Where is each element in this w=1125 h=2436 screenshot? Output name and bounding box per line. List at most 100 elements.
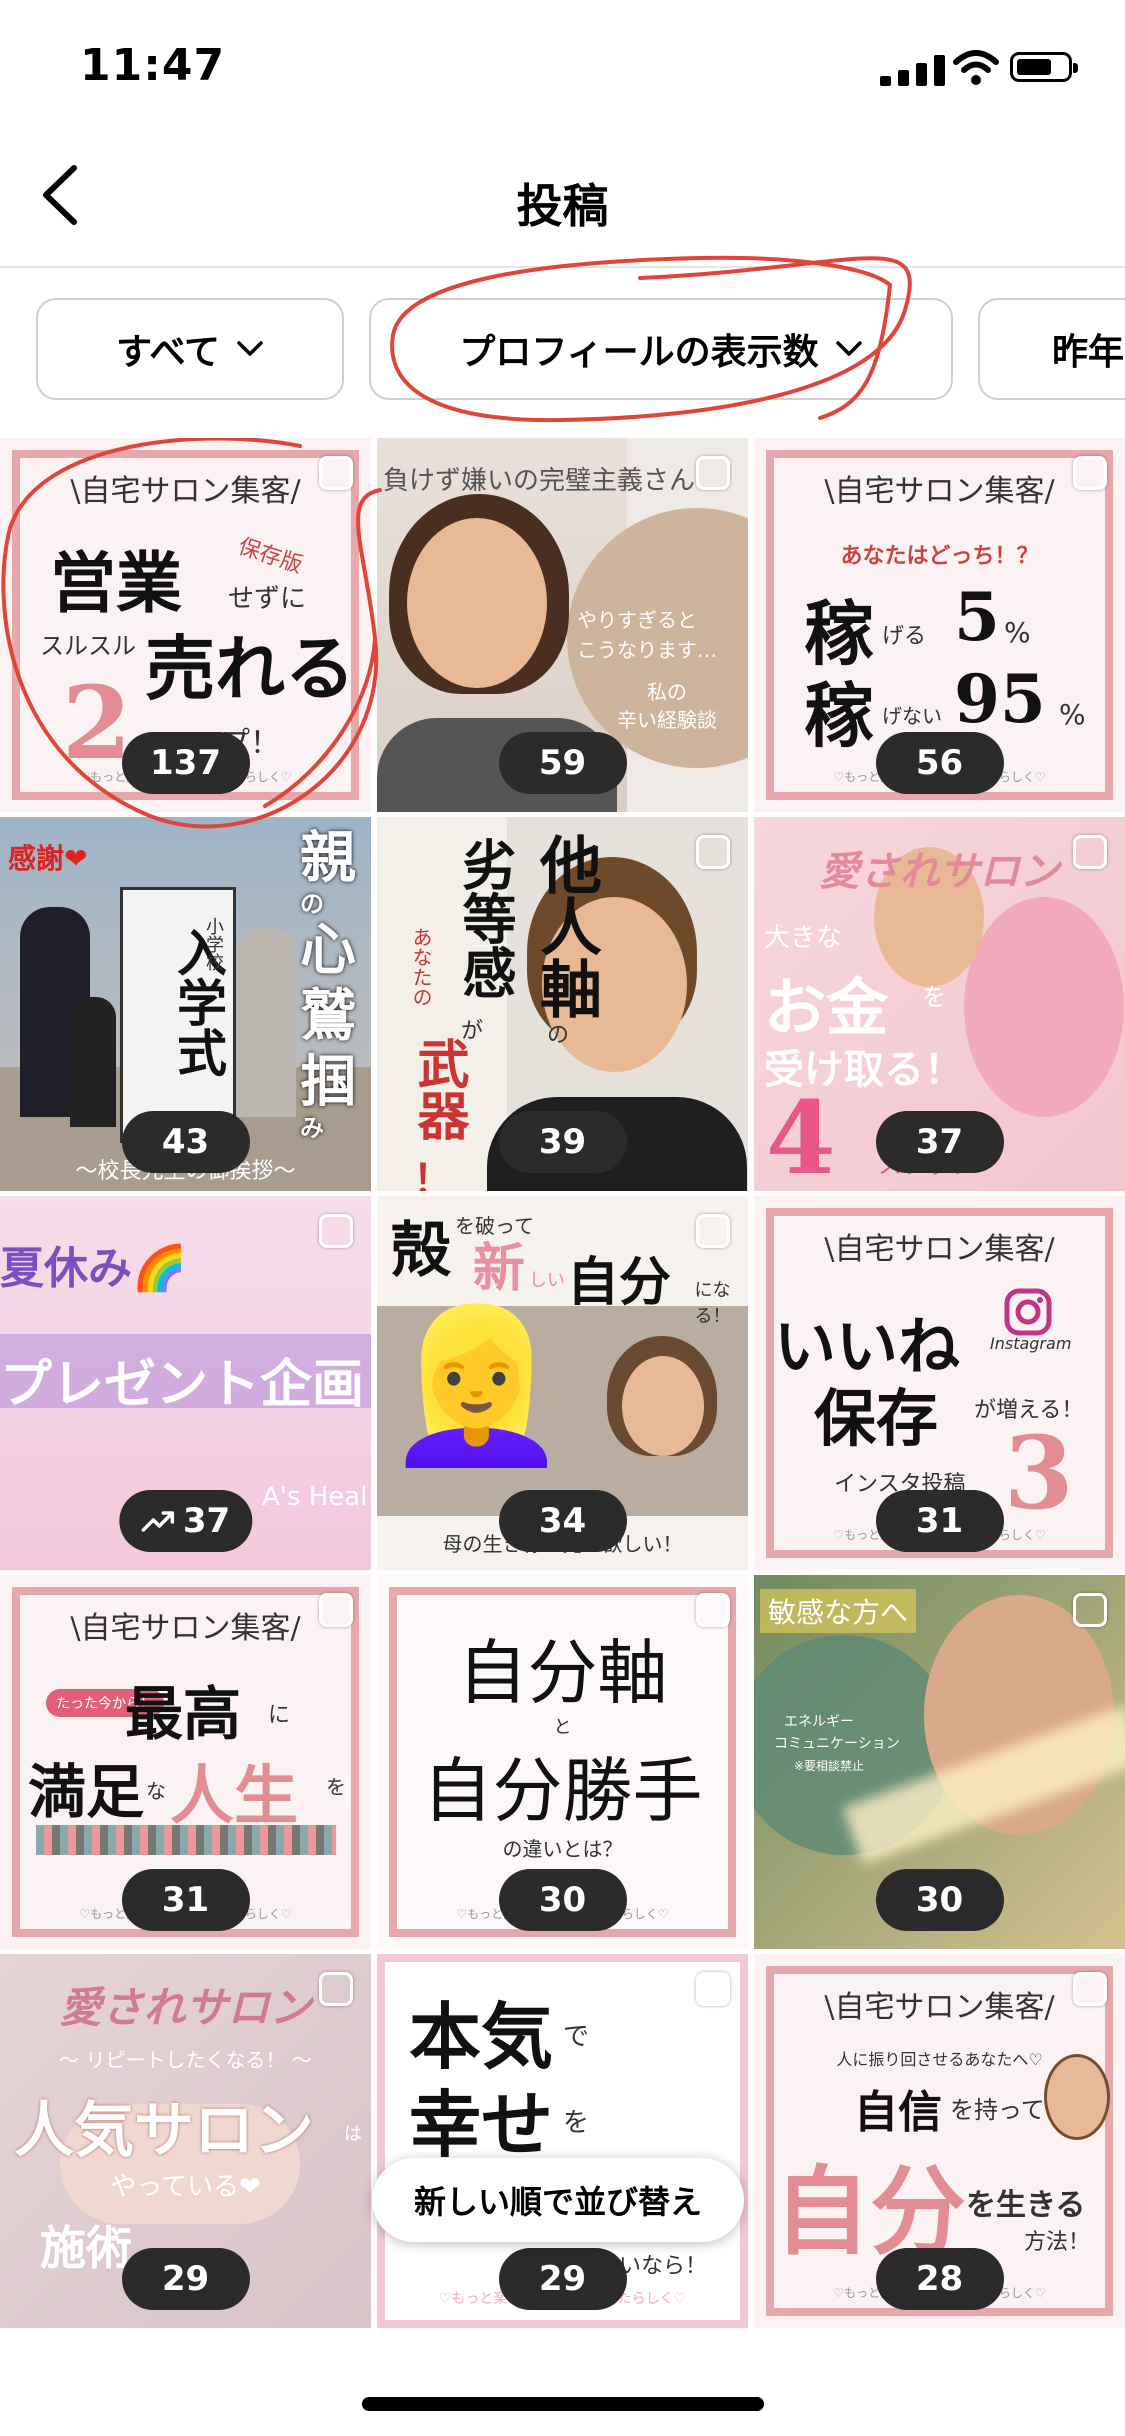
post-text: 新 xyxy=(473,1238,526,1299)
post-text: 〜 リピートしたくなる！ 〜 xyxy=(59,2048,312,2072)
select-checkbox[interactable] xyxy=(1073,1593,1107,1627)
post-tile[interactable]: \自宅サロン集客/ あなたはどっち！？ 稼 げる 5 % 稼 げない 95 % … xyxy=(754,438,1125,812)
post-text: の xyxy=(300,889,324,918)
post-tile[interactable]: 他人軸 の 劣等感 が あなたの 武器 ！ 39 xyxy=(377,817,748,1191)
select-checkbox[interactable] xyxy=(696,835,730,869)
photo-face xyxy=(622,1356,704,1456)
post-text: エネルギー xyxy=(784,1714,854,1730)
post-text: 夏休み🌈 xyxy=(0,1243,187,1294)
view-count-badge: 37 xyxy=(875,1111,1004,1173)
post-text: \自宅サロン集客/ xyxy=(824,474,1055,509)
filter-chip-profile-views[interactable]: プロフィールの表示数 xyxy=(369,298,953,400)
view-count: 31 xyxy=(915,1501,964,1541)
post-text: 鷲 xyxy=(300,983,356,1049)
photo-child xyxy=(70,997,116,1127)
post-text: 辛い経験談 xyxy=(617,708,717,732)
view-count: 30 xyxy=(538,1880,587,1920)
post-text: 5 xyxy=(954,578,1000,656)
view-count-badge: 34 xyxy=(498,1490,627,1552)
post-text: 私の xyxy=(647,680,687,704)
select-checkbox[interactable] xyxy=(319,1593,353,1627)
post-text: 愛されサロン xyxy=(59,1983,312,2032)
status-time: 11:47 xyxy=(80,40,226,91)
post-tile[interactable]: 敏感な方へ エネルギー コミュニケーション ※要相談禁止 30 xyxy=(754,1575,1125,1949)
sort-tooltip-label: 新しい順で並び替え xyxy=(413,2183,702,2221)
post-text: 自分軸 xyxy=(457,1632,668,1714)
view-count-badge: 31 xyxy=(875,1490,1004,1552)
post-text: やりすぎると xyxy=(577,608,697,632)
post-text: 心 xyxy=(300,917,356,983)
chevron-down-icon xyxy=(835,341,862,356)
post-text: 満足 xyxy=(28,1758,145,1826)
post-tile[interactable]: 負けず嫌いの完璧主義さん やりすぎると こうなります… 私の 辛い経験談 59 xyxy=(377,438,748,812)
wifi-icon xyxy=(953,50,999,85)
instagram-icon xyxy=(1004,1288,1052,1336)
select-checkbox[interactable] xyxy=(1073,1972,1107,2006)
battery-icon xyxy=(1010,52,1078,82)
post-tile[interactable]: \自宅サロン集客/ 人に振り回させるあなたへ♡ 自信 を持って 自分 を生きる … xyxy=(754,1954,1125,2328)
photo-person xyxy=(236,927,296,1117)
view-count: 31 xyxy=(161,1880,210,1920)
post-text: 敏感な方へ xyxy=(760,1589,917,1633)
post-tile[interactable]: 愛されサロン 大きな お金 を 受け取る！ 4 ステップ 37 xyxy=(754,817,1125,1191)
post-text: を xyxy=(922,983,946,1011)
post-text: こうなります… xyxy=(577,638,717,662)
post-text: \自宅サロン集客/ xyxy=(70,1611,301,1646)
filter-row: すべて プロフィールの表示数 昨年 xyxy=(0,298,1125,408)
post-tile[interactable]: 愛されサロン 〜 リピートしたくなる！ 〜 人気サロン は やっている❤ 施術 … xyxy=(0,1954,371,2328)
view-count: 39 xyxy=(538,1122,587,1162)
select-checkbox[interactable] xyxy=(319,1972,353,2006)
post-text: 自信 xyxy=(854,2087,942,2138)
select-checkbox[interactable] xyxy=(1073,835,1107,869)
photo-face xyxy=(407,518,547,688)
filter-chip-all[interactable]: すべて xyxy=(36,298,344,400)
post-text: を生きる xyxy=(966,2188,1086,2223)
post-text: を持って xyxy=(950,2096,1045,2124)
home-indicator[interactable] xyxy=(362,2397,764,2411)
view-count-badge: 43 xyxy=(121,1111,250,1173)
filter-chip-label: 昨年 xyxy=(1052,332,1125,373)
filter-chip-last-year[interactable]: 昨年 xyxy=(978,298,1125,400)
post-tile[interactable]: 自分軸 と 自分勝手 の違いとは？ ♡もっと楽しく♡もっとあなたらしく♡ 30 xyxy=(377,1575,748,1949)
view-count-badge: 29 xyxy=(121,2248,250,2310)
post-tile[interactable]: 殻 を破って 新 しい 自分 になる！ 👱‍♀️ 母の生き様を見て欲しい！ 34 xyxy=(377,1196,748,1570)
post-text: の xyxy=(547,1023,570,1048)
post-text: お金 xyxy=(764,971,889,1044)
sort-tooltip[interactable]: 新しい順で並び替え xyxy=(372,2158,744,2242)
post-text: Instagram xyxy=(990,1334,1072,1353)
view-count-badge: 59 xyxy=(498,732,627,794)
post-text: 大きな xyxy=(764,923,843,953)
select-checkbox[interactable] xyxy=(319,1214,353,1248)
select-checkbox[interactable] xyxy=(1073,456,1107,490)
post-tile[interactable]: \自宅サロン集客/ Instagram いいね 保存 が増える！ 3 インスタ投… xyxy=(754,1196,1125,1570)
post-text: 95 xyxy=(954,660,1046,738)
view-count-badge: 39 xyxy=(498,1111,627,1173)
select-checkbox[interactable] xyxy=(696,456,730,490)
character-illustration xyxy=(1044,2054,1110,2140)
select-checkbox[interactable] xyxy=(696,1972,730,2006)
select-checkbox[interactable] xyxy=(696,1214,730,1248)
post-tile[interactable]: 夏休み🌈 プレゼント企画 A's Heal 37 xyxy=(0,1196,371,1570)
post-text: % xyxy=(1059,698,1086,731)
post-text: 最高 xyxy=(125,1680,242,1748)
post-text: 3 xyxy=(1004,1414,1074,1532)
post-text: の違いとは？ xyxy=(502,1837,623,1861)
post-tile[interactable]: 本気 で 幸せ を たいなら！ ♡もっと楽しく♡もっとあなたらしく♡ 29 xyxy=(377,1954,748,2328)
post-text: 稼 xyxy=(804,674,874,757)
view-count-badge: 28 xyxy=(875,2248,1004,2310)
view-count-badge: 29 xyxy=(498,2248,627,2310)
post-text: あなたはどっち！？ xyxy=(840,544,1039,569)
trending-up-icon xyxy=(141,1511,174,1532)
post-text: 武器 xyxy=(408,1037,469,1141)
select-checkbox[interactable] xyxy=(696,1593,730,1627)
view-count: 56 xyxy=(915,743,964,783)
view-count: 29 xyxy=(538,2259,587,2299)
post-text: やっている❤ xyxy=(110,2172,261,2202)
post-text: 保存 xyxy=(814,1382,939,1455)
status-bar: 11:47 xyxy=(0,0,1125,140)
post-text: は xyxy=(344,2124,362,2145)
post-text: げない xyxy=(882,704,942,728)
post-text: 人生 xyxy=(170,1759,298,1834)
post-tile[interactable]: 感謝❤ 入学式 小学校 親 の 心 鷲 掴 み 〜校長先生の御挨拶〜 43 xyxy=(0,817,371,1191)
post-tile[interactable]: \自宅サロン集客/ たった今から！ 最高 に 満足 な 人生 を ♡もっと楽しく… xyxy=(0,1575,371,1949)
